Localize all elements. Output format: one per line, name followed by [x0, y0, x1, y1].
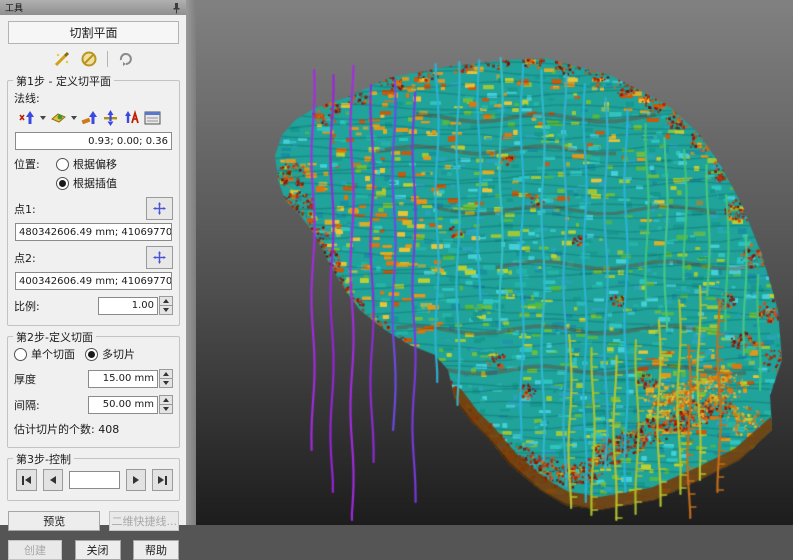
point2-label: 点2: — [14, 250, 36, 266]
thickness-spinner — [159, 369, 173, 388]
radio-indicator — [14, 348, 27, 361]
spinner-down-button[interactable] — [159, 405, 173, 414]
point-cloud-canvas[interactable] — [196, 0, 793, 525]
spinner-down-button[interactable] — [159, 306, 173, 315]
normal-axes-icon[interactable] — [122, 109, 141, 127]
step1-legend: 第1步 - 定义切平面 — [13, 73, 114, 89]
rotate-hand-icon[interactable] — [117, 50, 135, 68]
normal-invert-icon[interactable] — [101, 109, 120, 127]
step2-group: 第2步-定义切面 单个切面 多切片 厚度 15.00 mm — [7, 336, 180, 448]
preview-button[interactable]: 预览 — [8, 511, 100, 531]
viewport-3d[interactable] — [196, 0, 793, 525]
no-entry-icon[interactable] — [80, 50, 98, 68]
point2-pick-button[interactable] — [146, 246, 173, 269]
scale-input[interactable]: 1.00 — [98, 297, 158, 315]
spinner-up-button[interactable] — [159, 369, 173, 379]
prev-icon — [25, 476, 31, 484]
close-button[interactable]: 关闭 — [75, 540, 121, 560]
thickness-input[interactable]: 15.00 mm — [88, 370, 158, 388]
point1-input[interactable]: 480342606.49 mm; 4106977042.00 mm — [15, 223, 172, 241]
application-window: 工具 切割平面 — [0, 0, 793, 525]
crosshair-icon — [152, 201, 167, 216]
panel-title: 工具 — [5, 1, 23, 14]
dialog-title: 切割平面 — [8, 21, 179, 44]
radio-indicator — [56, 158, 69, 171]
normal-fit-icon[interactable] — [80, 109, 99, 127]
step1-group: 第1步 - 定义切平面 法线: — [7, 80, 180, 326]
spinner-up-button[interactable] — [159, 296, 173, 306]
normal-label: 法线: — [14, 90, 40, 106]
panel-titlebar: 工具 — [0, 0, 186, 15]
dropdown-caret-icon[interactable] — [71, 116, 77, 120]
normal-dialog-icon[interactable] — [143, 109, 162, 127]
nav-next-button[interactable] — [126, 469, 147, 491]
dropdown-caret-icon[interactable] — [40, 116, 46, 120]
nav-prev-button[interactable] — [43, 469, 64, 491]
help-button[interactable]: 帮助 — [133, 540, 179, 560]
nav-first-button[interactable] — [16, 469, 37, 491]
scale-label: 比例: — [14, 298, 40, 314]
radio-by-offset[interactable]: 根据偏移 — [56, 156, 117, 172]
normal-plane-icon[interactable] — [49, 109, 68, 127]
point1-pick-button[interactable] — [146, 197, 173, 220]
thickness-label: 厚度 — [14, 371, 36, 387]
radio-multi-label: 多切片 — [102, 346, 135, 362]
crosshair-icon — [152, 250, 167, 265]
panel-body: 切割平面 — [0, 15, 186, 560]
spinner-up-button[interactable] — [159, 395, 173, 405]
spacing-label: 间隔: — [14, 397, 40, 413]
point2-input[interactable]: 400342606.49 mm; 4106977042.00 mm — [15, 272, 172, 290]
scale-spinner — [159, 296, 173, 315]
point1-label: 点1: — [14, 201, 36, 217]
first-icon — [22, 476, 24, 485]
spacing-input[interactable]: 50.00 mm — [88, 396, 158, 414]
toolbar-separator — [107, 51, 108, 67]
create-button[interactable]: 创建 — [8, 540, 62, 560]
spacing-spinner — [159, 395, 173, 414]
radio-multi-slice[interactable]: 多切片 — [85, 346, 135, 362]
normal-value-input[interactable]: 0.93; 0.00; 0.36 — [15, 132, 172, 150]
slice-navigator — [16, 469, 173, 491]
step3-group: 第3步-控制 — [7, 458, 180, 501]
shortcut-2d-button[interactable]: 二维快捷线... — [109, 511, 179, 531]
normal-toolbar — [18, 109, 173, 127]
magic-wand-icon[interactable] — [53, 50, 71, 68]
tools-panel: 工具 切割平面 — [0, 0, 186, 525]
normal-along-x-icon[interactable] — [18, 109, 37, 127]
step2-legend: 第2步-定义切面 — [13, 329, 96, 345]
step3-legend: 第3步-控制 — [13, 451, 74, 467]
nav-last-button[interactable] — [152, 469, 173, 491]
radio-by-value[interactable]: 根据插值 — [56, 175, 117, 191]
position-label: 位置: — [14, 156, 56, 172]
radio-indicator — [56, 177, 69, 190]
radio-indicator — [85, 348, 98, 361]
pin-icon[interactable] — [172, 2, 181, 14]
next-icon — [133, 476, 139, 484]
radio-single-section[interactable]: 单个切面 — [14, 346, 75, 362]
spinner-down-button[interactable] — [159, 379, 173, 388]
prev-icon — [50, 476, 56, 484]
dialog-toolbar — [6, 47, 181, 73]
nav-index-input[interactable] — [69, 471, 119, 489]
panel-splitter[interactable] — [186, 0, 196, 525]
radio-by-value-label: 根据插值 — [73, 175, 117, 191]
radio-single-label: 单个切面 — [31, 346, 75, 362]
last-icon — [165, 476, 167, 485]
slice-count-text: 估计切片的个数: 408 — [14, 421, 119, 437]
radio-by-offset-label: 根据偏移 — [73, 156, 117, 172]
next-icon — [158, 476, 164, 484]
